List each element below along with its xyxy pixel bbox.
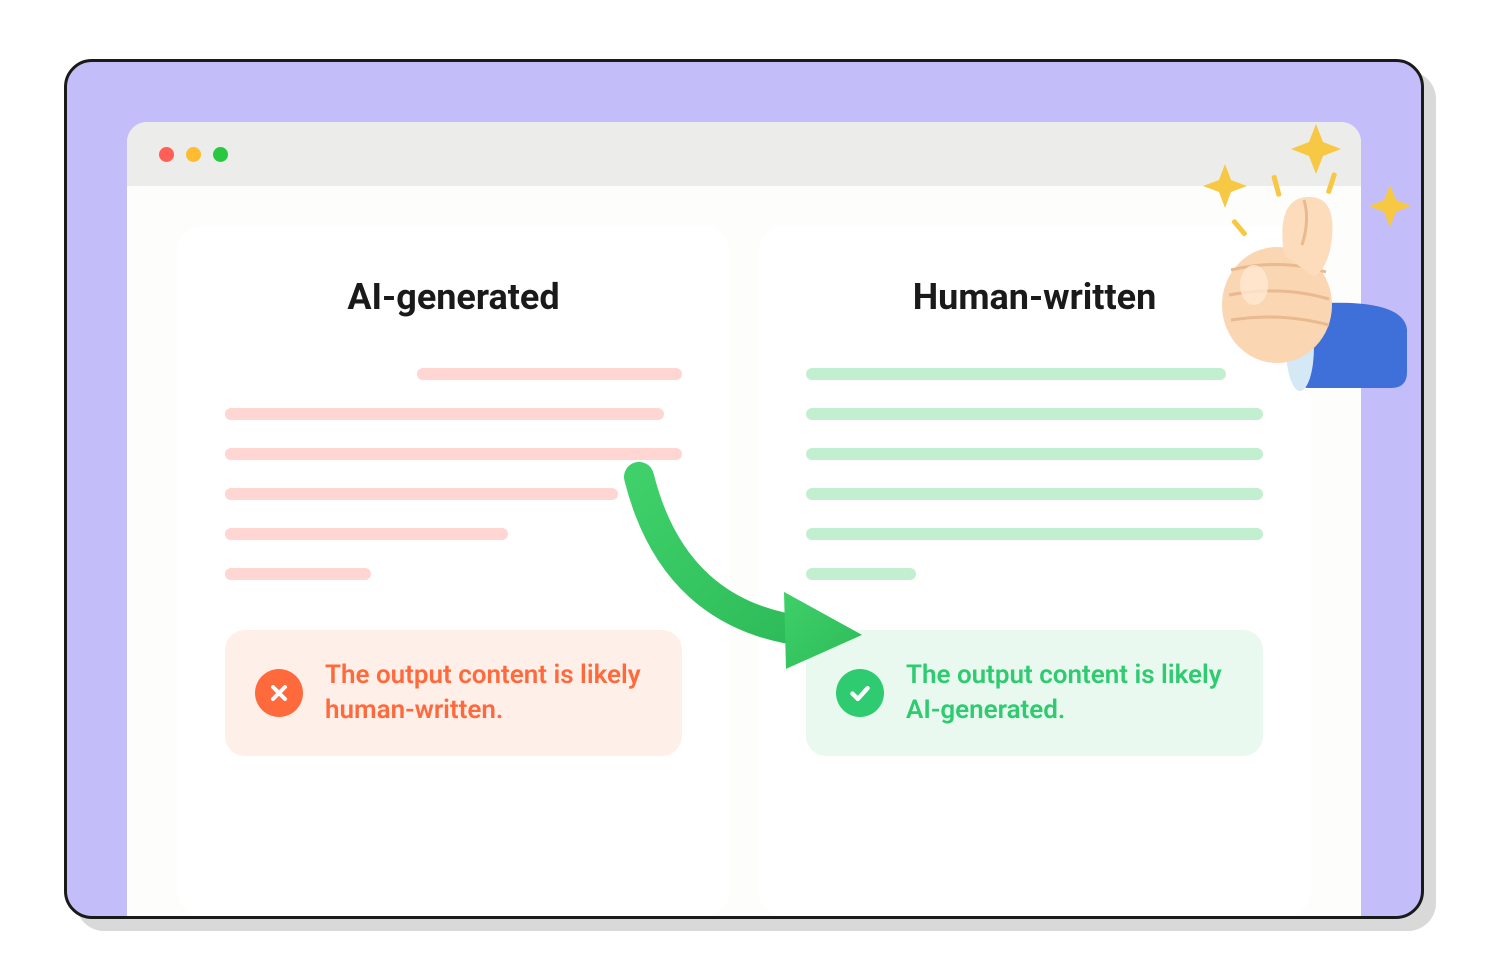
card-title-right: Human-written — [806, 276, 1263, 318]
text-lines-left — [225, 368, 682, 580]
card-ai-generated: AI-generated The output content is — [177, 226, 730, 916]
status-box-right: The output content is likely AI-generate… — [806, 630, 1263, 756]
status-text-left: The output content is likely human-writt… — [325, 658, 652, 728]
placeholder-line — [225, 488, 618, 500]
content-area: AI-generated The output content is — [127, 186, 1361, 916]
browser-title-bar — [127, 122, 1361, 186]
card-title-left: AI-generated — [225, 276, 682, 318]
placeholder-line — [225, 568, 371, 580]
close-icon[interactable] — [159, 147, 174, 162]
placeholder-line — [417, 368, 682, 380]
cross-icon — [255, 669, 303, 717]
placeholder-line — [806, 368, 1226, 380]
card-human-written: Human-written The output content i — [758, 226, 1311, 916]
check-icon — [836, 669, 884, 717]
browser-window: AI-generated The output content is — [127, 122, 1361, 916]
placeholder-line — [225, 448, 682, 460]
status-text-right: The output content is likely AI-generate… — [906, 658, 1233, 728]
text-lines-right — [806, 368, 1263, 580]
placeholder-line — [225, 408, 664, 420]
status-box-left: The output content is likely human-writt… — [225, 630, 682, 756]
placeholder-line — [806, 488, 1263, 500]
placeholder-line — [806, 408, 1263, 420]
outer-frame: AI-generated The output content is — [64, 59, 1424, 919]
placeholder-line — [806, 448, 1263, 460]
minimize-icon[interactable] — [186, 147, 201, 162]
placeholder-line — [225, 528, 508, 540]
maximize-icon[interactable] — [213, 147, 228, 162]
placeholder-line — [806, 568, 916, 580]
placeholder-line — [806, 528, 1263, 540]
